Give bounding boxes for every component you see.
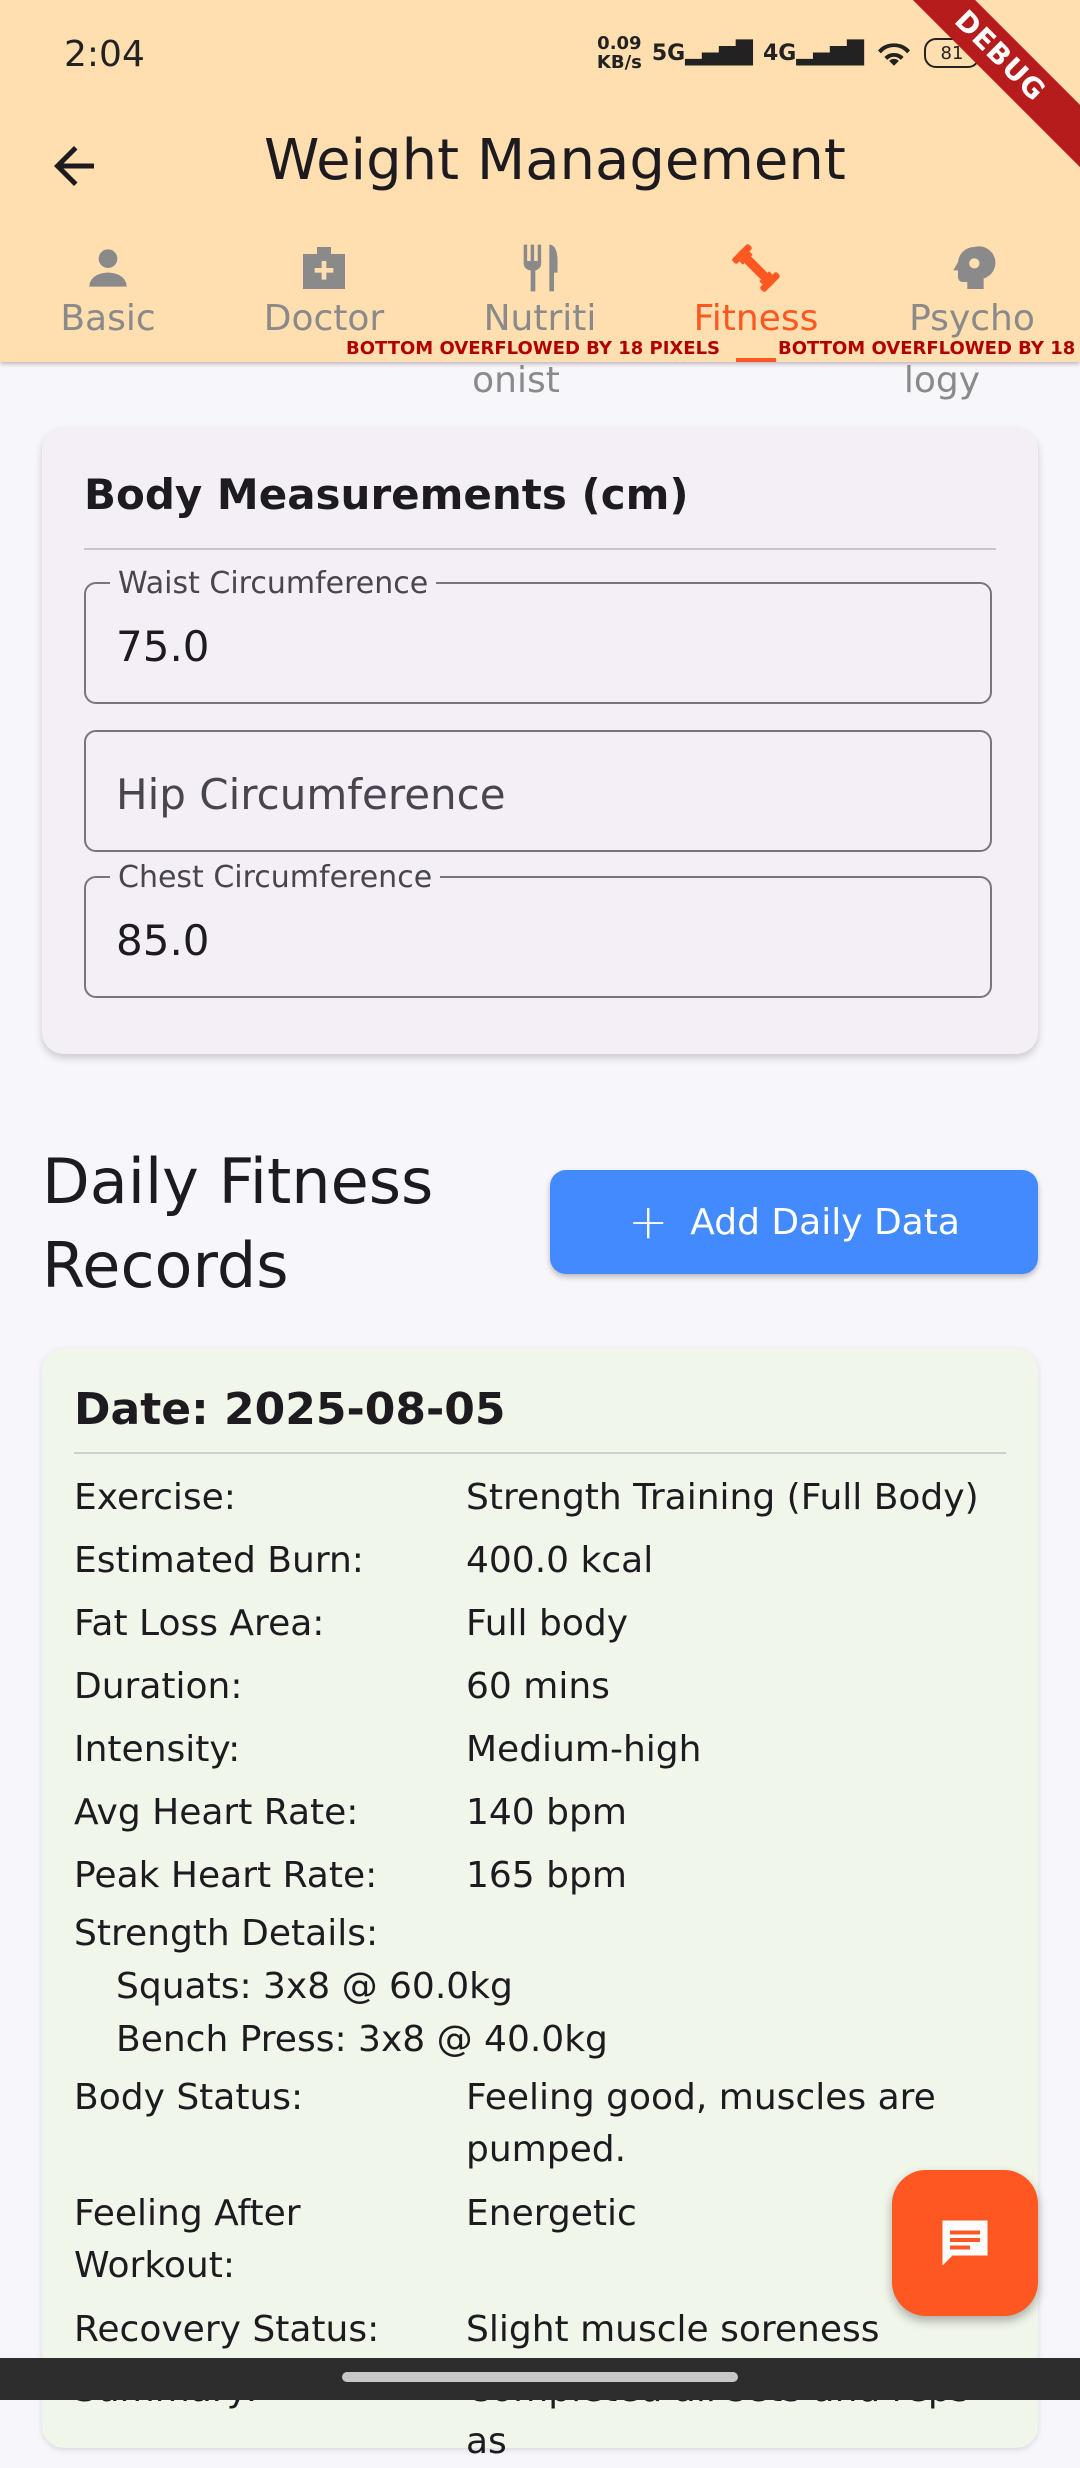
- record-value: Slight muscle soreness: [466, 2309, 880, 2350]
- status-icons: 0.09 KB/s 5G▂▄▆█ 4G▂▄▆█ 81: [597, 34, 980, 72]
- record-value: Strength Training (Full Body): [466, 1477, 979, 1518]
- record-label: Avg Heart Rate:: [74, 1792, 359, 1833]
- overflow-warning: BOTTOM OVERFLOWED BY 18 PIXELS: [346, 338, 721, 359]
- network-speed: 0.09 KB/s: [597, 34, 642, 72]
- head-gear-icon: [953, 246, 996, 289]
- section-title-line: Records: [42, 1229, 289, 1302]
- app-bar: 2:04 0.09 KB/s 5G▂▄▆█ 4G▂▄▆█ 81 DEBUG We…: [0, 0, 1080, 362]
- tab-label: Nutriti: [483, 298, 597, 339]
- chest-field[interactable]: Chest Circumference 85.0: [84, 860, 992, 998]
- record-value: Feeling good, muscles are: [466, 2077, 936, 2118]
- tab-label: Doctor: [263, 298, 385, 339]
- field-label: Chest Circumference: [110, 860, 441, 895]
- chat-icon: [942, 2220, 988, 2266]
- hip-field[interactable]: Hip Circumference: [84, 730, 992, 852]
- strength-label: Strength Details:: [74, 1913, 379, 1954]
- record-label: Recovery Status:: [74, 2309, 380, 2350]
- section-title-line: Daily Fitness: [42, 1145, 434, 1218]
- record-value: Medium-high: [466, 1729, 702, 1770]
- record-label: Fat Loss Area:: [74, 1603, 325, 1644]
- field-placeholder: Hip Circumference: [116, 770, 506, 819]
- field-value: 85.0: [116, 916, 210, 965]
- strength-item: Bench Press: 3x8 @ 40.0kg: [116, 2019, 608, 2060]
- record-label: Peak Heart Rate:: [74, 1855, 378, 1896]
- tab-basic[interactable]: Basic: [0, 240, 216, 362]
- status-time: 2:04: [64, 34, 145, 75]
- body-measurements-card: Body Measurements (cm) Waist Circumferen…: [42, 428, 1038, 1054]
- record-label: Duration:: [74, 1666, 243, 1707]
- divider: [84, 548, 996, 550]
- waist-field[interactable]: Waist Circumference 75.0: [84, 566, 992, 704]
- fork-knife-icon: [523, 244, 558, 292]
- back-arrow-icon[interactable]: [44, 136, 104, 196]
- record-label: Feeling After: [74, 2193, 301, 2234]
- card-title: Body Measurements (cm): [84, 470, 689, 519]
- record-value: pumped.: [466, 2129, 627, 2170]
- wifi-icon: [878, 43, 910, 66]
- button-label: Add Daily Data: [690, 1201, 960, 1243]
- section-title: Daily Fitness Records: [42, 1140, 433, 1308]
- signal-4g-icon: 4G▂▄▆█: [762, 40, 864, 66]
- tab-label: Psycho: [909, 298, 1035, 339]
- record-date: Date: 2025-08-05: [74, 1384, 506, 1435]
- record-value: 400.0 kcal: [466, 1540, 654, 1581]
- chat-fab[interactable]: [892, 2170, 1038, 2316]
- tab-label: Basic: [60, 298, 156, 339]
- record-value: Full body: [466, 1603, 629, 1644]
- daily-record-card: Date: 2025-08-05 Exercise: Strength Trai…: [42, 1348, 1038, 2462]
- record-label: Exercise:: [74, 1477, 236, 1518]
- signal-4g-label: 4G: [762, 40, 797, 66]
- tab-indicator: [736, 358, 776, 362]
- record-label: Body Status:: [74, 2077, 304, 2118]
- record-label: Workout:: [74, 2245, 235, 2286]
- record-label: Estimated Burn:: [74, 1540, 364, 1581]
- dumbbell-icon: [732, 244, 780, 292]
- home-gesture-handle[interactable]: [342, 2372, 738, 2382]
- field-label: Waist Circumference: [110, 566, 437, 601]
- record-value: 60 mins: [466, 1666, 610, 1707]
- tab-label: Fitness: [693, 298, 819, 339]
- record-value: 165 bpm: [466, 1855, 627, 1896]
- plus-icon: +: [628, 1194, 669, 1250]
- page-title: Weight Management: [264, 128, 846, 193]
- divider: [74, 1452, 1006, 1454]
- debug-banner: DEBUG: [878, 0, 1080, 178]
- strength-item: Squats: 3x8 @ 60.0kg: [116, 1966, 513, 2007]
- network-speed-value: 0.09: [597, 33, 642, 54]
- field-value: 75.0: [116, 622, 210, 671]
- record-value: 140 bpm: [466, 1792, 627, 1833]
- overflow-warning: BOTTOM OVERFLOWED BY 18: [778, 338, 1076, 359]
- signal-5g-icon: 5G▂▄▆█: [651, 40, 753, 66]
- signal-5g-label: 5G: [651, 40, 686, 66]
- medical-bag-icon: [303, 247, 345, 289]
- record-label: Intensity:: [74, 1729, 241, 1770]
- person-icon: [89, 249, 127, 287]
- tab-label-overflow: logy: [903, 360, 981, 401]
- tab-label-overflow: onist: [472, 360, 560, 401]
- add-daily-data-button[interactable]: + Add Daily Data: [550, 1170, 1038, 1274]
- network-speed-unit: KB/s: [596, 52, 642, 73]
